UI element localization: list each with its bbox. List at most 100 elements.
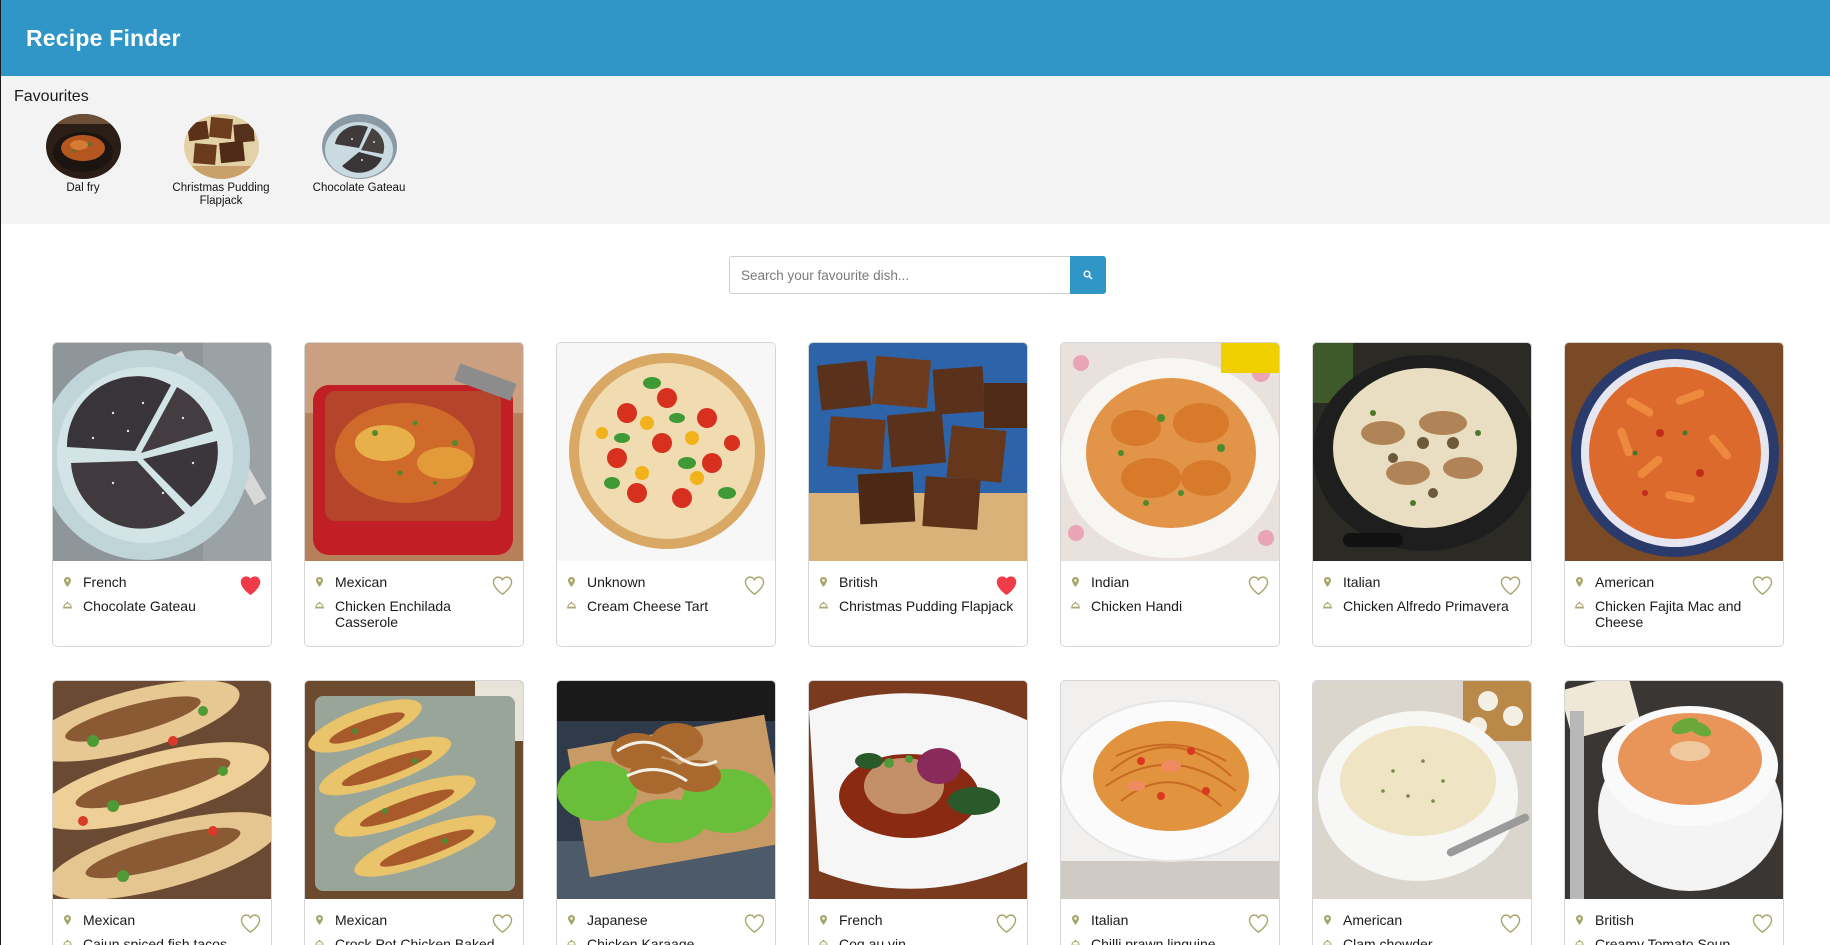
recipe-image[interactable] [1313, 343, 1531, 561]
search-icon [1083, 270, 1093, 280]
recipe-card[interactable]: American Clam chowder [1312, 680, 1532, 945]
cuisine-label: American [1343, 912, 1403, 928]
dish-name: Creamy Tomato Soup [1595, 936, 1731, 945]
favourite-toggle[interactable] [1752, 576, 1773, 600]
favourite-toggle[interactable] [1500, 914, 1521, 938]
recipe-card[interactable]: Indian Chicken Handi [1060, 342, 1280, 647]
location-pin-icon [1323, 577, 1332, 587]
cuisine-row: French [63, 574, 261, 590]
recipe-image[interactable] [1061, 681, 1279, 899]
recipe-card[interactable]: Mexican Cajun spiced fish tacos [52, 680, 272, 945]
cloche-icon [315, 601, 324, 609]
favourite-toggle[interactable] [492, 576, 513, 600]
chocolate-gateau-thumbnail[interactable] [321, 114, 397, 179]
cloche-icon [1071, 939, 1080, 945]
recipe-card[interactable]: British Creamy Tomato Soup [1564, 680, 1784, 945]
cuisine-label: French [839, 912, 883, 928]
dish-name: Crock Pot Chicken Baked Tacos [335, 936, 495, 945]
favourites-heading: Favourites [14, 88, 89, 105]
cuisine-label: Japanese [587, 912, 648, 928]
favourite-toggle[interactable] [240, 576, 261, 600]
recipe-card[interactable]: Mexican Chicken Enchilada Casserole [304, 342, 524, 647]
recipe-info: British Creamy Tomato Soup [1565, 899, 1783, 945]
cuisine-row: Mexican [315, 574, 513, 590]
recipe-card[interactable]: Japanese Chicken Karaage [556, 680, 776, 945]
heart-outline-icon [1752, 576, 1773, 595]
search-button[interactable] [1070, 256, 1106, 294]
cuisine-row: Mexican [63, 912, 261, 928]
location-pin-icon [1575, 915, 1584, 925]
dal-fry-thumbnail[interactable] [45, 114, 121, 179]
recipe-image[interactable] [1565, 343, 1783, 561]
cuisine-label: Mexican [335, 912, 388, 928]
recipe-image[interactable] [305, 681, 523, 899]
heart-filled-icon [996, 576, 1017, 595]
favourite-label: Dal fry [66, 182, 100, 194]
favourite-item-dal-fry[interactable]: Dal fry [14, 114, 152, 208]
location-pin-icon [1071, 915, 1080, 925]
heart-outline-icon [1248, 914, 1269, 933]
location-pin-icon [819, 915, 828, 925]
recipe-info: Mexican Crock Pot Chicken Baked Tacos [305, 899, 523, 945]
recipe-image[interactable] [557, 681, 775, 899]
recipe-card[interactable]: Mexican Crock Pot Chicken Baked Tacos [304, 680, 524, 945]
recipe-card[interactable]: Italian Chicken Alfredo Primavera [1312, 342, 1532, 647]
location-pin-icon [63, 577, 72, 587]
recipe-card[interactable]: French Chocolate Gateau [52, 342, 272, 647]
recipe-card[interactable]: Italian Chilli prawn linguine [1060, 680, 1280, 945]
dish-name: Chicken Karaage [587, 936, 695, 945]
search-input[interactable] [729, 256, 1070, 294]
dish-row: Clam chowder [1323, 936, 1521, 945]
cuisine-label: American [1595, 574, 1655, 590]
recipe-image[interactable] [809, 343, 1027, 561]
dish-name: Christmas Pudding Flapjack [839, 598, 1014, 614]
recipe-image[interactable] [53, 681, 271, 899]
favourite-toggle[interactable] [1500, 576, 1521, 600]
favourite-toggle[interactable] [240, 914, 261, 938]
cuisine-label: Unknown [587, 574, 646, 590]
dish-row: Chicken Fajita Mac and Cheese [1575, 598, 1773, 630]
favourite-toggle[interactable] [744, 576, 765, 600]
favourite-toggle[interactable] [1248, 576, 1269, 600]
favourite-toggle[interactable] [492, 914, 513, 938]
cuisine-label: British [1595, 912, 1634, 928]
cuisine-label: Italian [1091, 912, 1129, 928]
recipe-image[interactable] [305, 343, 523, 561]
favourite-label: Christmas Pudding Flapjack [172, 182, 270, 207]
recipe-card[interactable]: French Coq au vin [808, 680, 1028, 945]
favourite-toggle[interactable] [996, 914, 1017, 938]
recipe-image[interactable] [1061, 343, 1279, 561]
recipe-card[interactable]: British Christmas Pudding Flapjack [808, 342, 1028, 647]
recipe-card[interactable]: Unknown Cream Cheese Tart [556, 342, 776, 647]
search-bar [729, 256, 1106, 294]
dish-row: Creamy Tomato Soup [1575, 936, 1773, 945]
recipe-image[interactable] [53, 343, 271, 561]
dish-name: Coq au vin [839, 936, 906, 945]
favourite-item-chocolate-gateau[interactable]: Chocolate Gateau [290, 114, 428, 208]
recipe-image[interactable] [557, 343, 775, 561]
heart-outline-icon [744, 914, 765, 933]
location-pin-icon [1575, 577, 1584, 587]
heart-outline-icon [744, 576, 765, 595]
recipe-image[interactable] [1313, 681, 1531, 899]
favourite-toggle[interactable] [744, 914, 765, 938]
recipe-info: French Coq au vin [809, 899, 1027, 945]
recipe-info: Italian Chicken Alfredo Primavera [1313, 561, 1531, 614]
cuisine-row: Unknown [567, 574, 765, 590]
dish-row: Christmas Pudding Flapjack [819, 598, 1017, 614]
recipe-image[interactable] [809, 681, 1027, 899]
dish-name: Cajun spiced fish tacos [83, 936, 227, 945]
favourite-toggle[interactable] [1248, 914, 1269, 938]
heart-outline-icon [1500, 576, 1521, 595]
favourite-toggle[interactable] [1752, 914, 1773, 938]
cloche-icon [1323, 939, 1332, 945]
app-header: Recipe Finder [1, 0, 1830, 76]
dish-row: Chicken Handi [1071, 598, 1269, 614]
recipe-image[interactable] [1565, 681, 1783, 899]
flapjack-thumbnail[interactable] [183, 114, 259, 179]
recipe-card[interactable]: American Chicken Fajita Mac and Cheese [1564, 342, 1784, 647]
favourite-item-christmas-pudding-flapjack[interactable]: Christmas Pudding Flapjack [152, 114, 290, 208]
favourite-toggle[interactable] [996, 576, 1017, 600]
cloche-icon [63, 601, 72, 609]
cuisine-row: British [819, 574, 1017, 590]
